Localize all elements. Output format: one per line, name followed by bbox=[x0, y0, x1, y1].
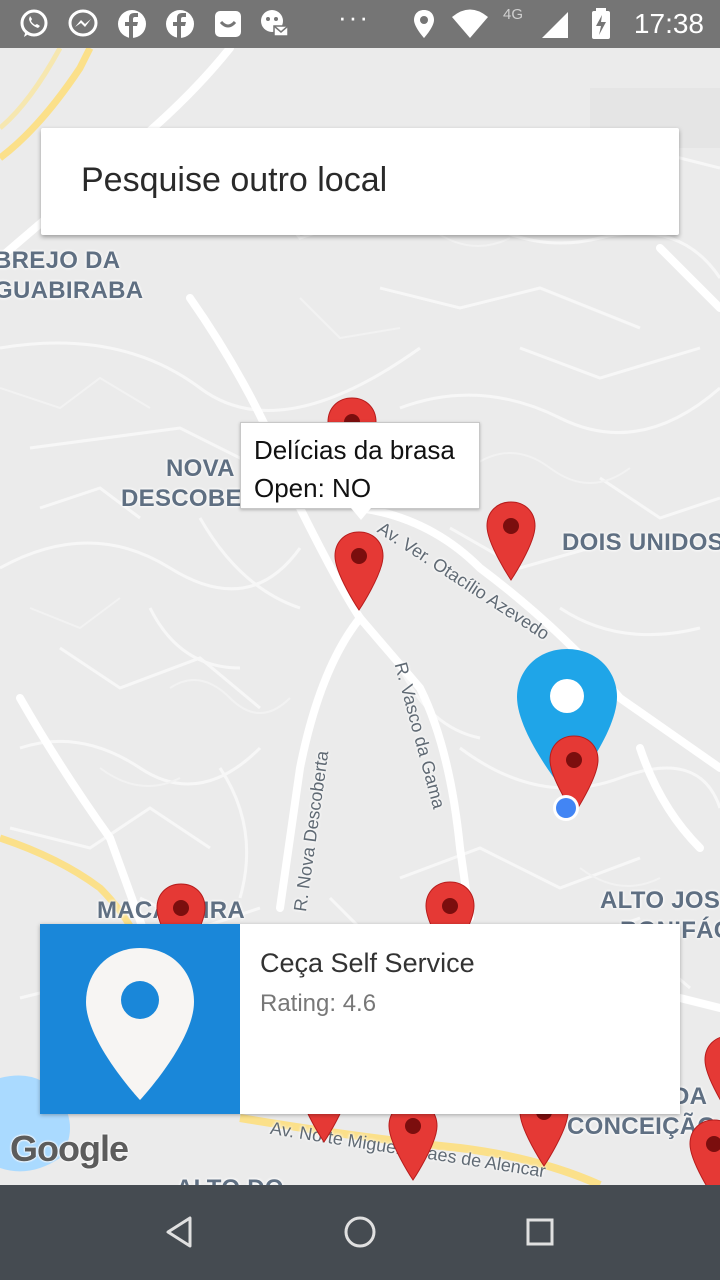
home-icon[interactable] bbox=[340, 1212, 380, 1252]
facebook-icon bbox=[118, 10, 146, 38]
signal-icon bbox=[542, 12, 568, 38]
my-location-dot-icon bbox=[553, 795, 579, 821]
google-logo: Google bbox=[10, 1128, 129, 1169]
place-card-image bbox=[40, 924, 240, 1114]
location-pin-icon bbox=[86, 948, 194, 1100]
status-bar: ··· 4G 17:38 bbox=[0, 0, 720, 48]
search-placeholder: Pesquise outro local bbox=[81, 161, 388, 199]
facebook-icon bbox=[166, 10, 194, 38]
map-marker-pin-icon[interactable] bbox=[485, 500, 537, 582]
map-marker-pin-icon[interactable] bbox=[703, 1034, 720, 1116]
more-notifications-icon: ··· bbox=[338, 2, 370, 32]
network-type-label: 4G bbox=[503, 6, 524, 23]
whatsapp-icon bbox=[20, 9, 48, 37]
emoji-mail-icon bbox=[261, 10, 289, 37]
marker-info-window[interactable]: Delícias da brasa Open: NO bbox=[240, 422, 480, 520]
place-rating: Rating: 4.6 bbox=[260, 990, 377, 1017]
area-label-nova: NOVA bbox=[166, 455, 235, 482]
info-window-status: Open: NO bbox=[254, 473, 372, 503]
map-marker-pin-icon[interactable] bbox=[688, 1118, 720, 1185]
back-icon[interactable] bbox=[160, 1212, 200, 1252]
messenger-icon bbox=[68, 9, 98, 37]
place-name: Ceça Self Service bbox=[260, 948, 475, 978]
recents-icon[interactable] bbox=[520, 1212, 560, 1252]
info-window-title: Delícias da brasa bbox=[254, 435, 455, 465]
inbox-icon bbox=[215, 11, 241, 37]
clock: 17:38 bbox=[633, 8, 704, 39]
map-marker-pin-icon[interactable] bbox=[333, 530, 385, 612]
area-label-alto-jose: ALTO JOSÉ bbox=[600, 887, 720, 914]
area-label-alto-do: ALTO DO bbox=[176, 1174, 284, 1185]
navigation-bar bbox=[0, 1185, 720, 1280]
area-label-dois-unidos: DOIS UNIDOS bbox=[562, 529, 720, 556]
wifi-icon bbox=[452, 9, 488, 38]
search-input[interactable]: Pesquise outro local bbox=[41, 128, 679, 235]
location-icon bbox=[414, 10, 434, 38]
area-label-brejo: BREJO DA GUABIRABA bbox=[0, 247, 144, 304]
battery-charging-icon bbox=[592, 8, 610, 39]
place-card[interactable]: Ceça Self Service Rating: 4.6 bbox=[40, 924, 680, 1114]
